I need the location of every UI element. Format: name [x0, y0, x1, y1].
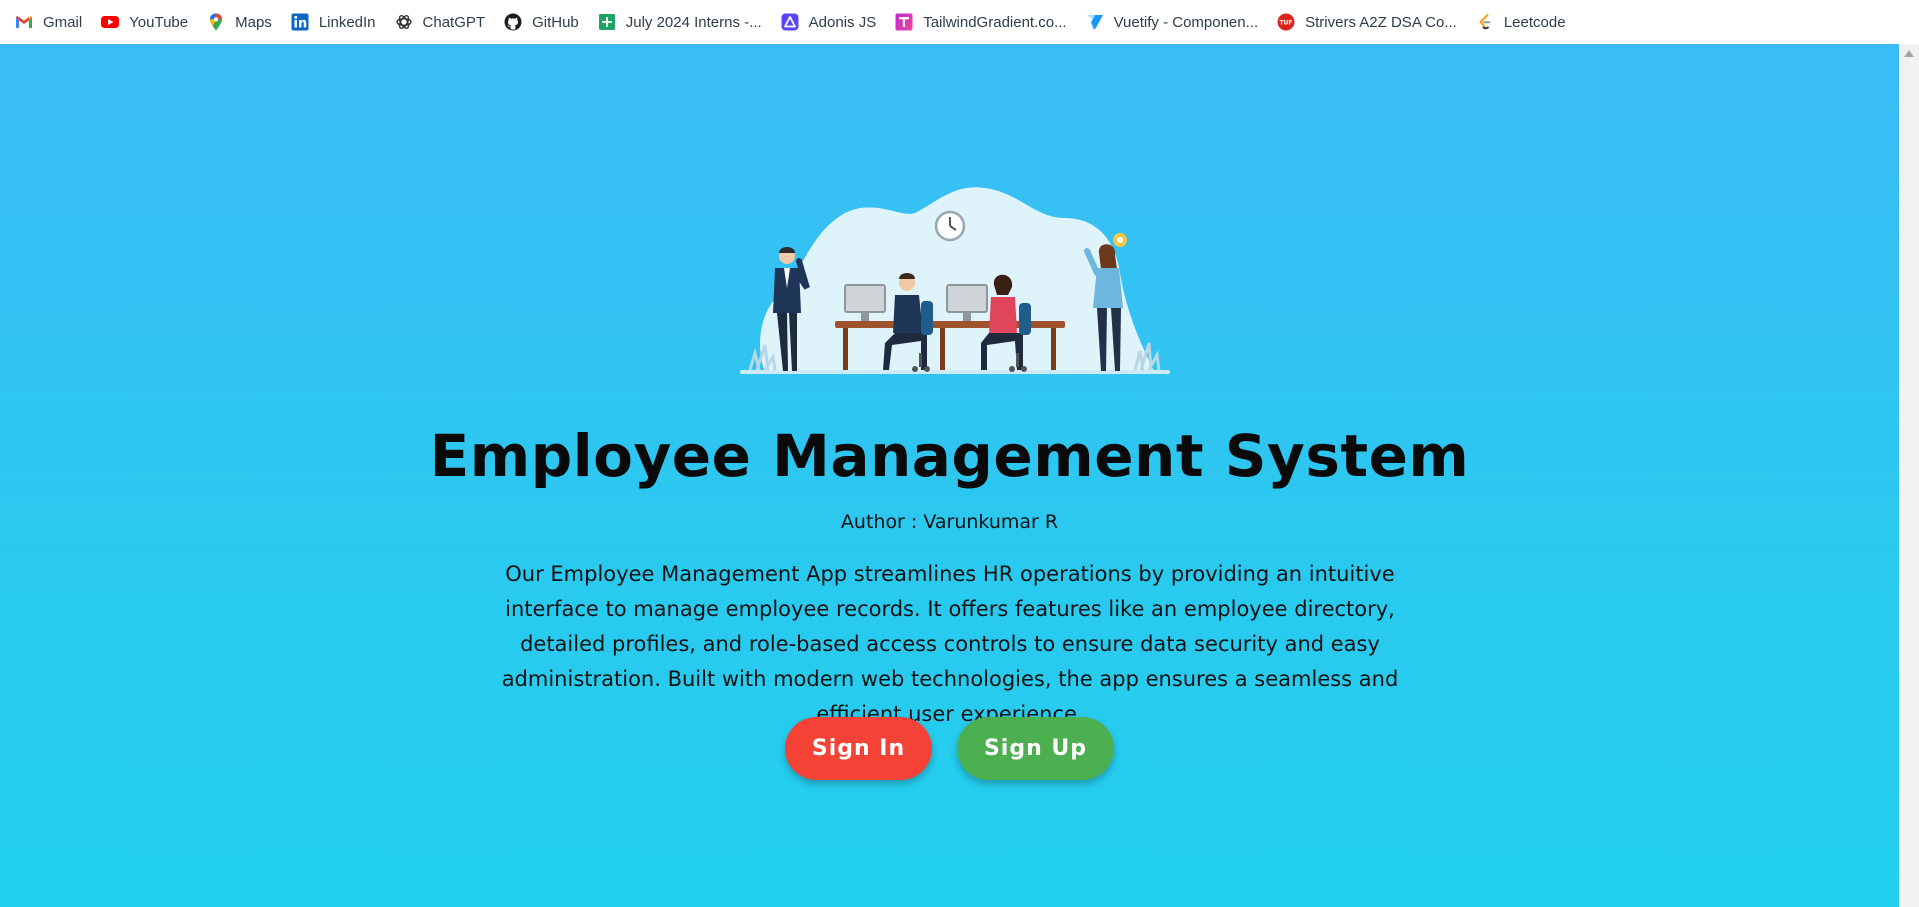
bookmark-github[interactable]: GitHub [503, 7, 588, 37]
leetcode-icon [1475, 12, 1495, 32]
bookmark-vuetify[interactable]: Vuetify - Componen... [1085, 7, 1268, 37]
gmail-icon [14, 12, 34, 32]
bookmark-youtube[interactable]: YouTube [100, 7, 197, 37]
bookmark-leetcode[interactable]: Leetcode [1475, 7, 1575, 37]
bookmarks-bar: Gmail YouTube Maps LinkedIn ChatGPT GitH… [0, 0, 1919, 44]
app-description: Our Employee Management App streamlines … [501, 562, 1399, 726]
chatgpt-icon [394, 12, 414, 32]
bookmark-label: July 2024 Interns -... [625, 13, 762, 31]
vertical-scrollbar[interactable] [1899, 44, 1919, 907]
bookmark-chatgpt[interactable]: ChatGPT [394, 7, 495, 37]
page-title: Employee Management System [429, 422, 1470, 490]
sign-up-button[interactable]: Sign Up [957, 717, 1114, 780]
bookmark-label: YouTube [129, 13, 189, 31]
bookmark-label: Maps [235, 13, 272, 31]
bookmark-strivers[interactable]: TUF Strivers A2Z DSA Co... [1276, 7, 1466, 37]
vuetify-icon [1085, 12, 1105, 32]
bookmark-adonisjs[interactable]: Adonis JS [780, 7, 886, 37]
bookmark-label: TailwindGradient.co... [923, 13, 1067, 31]
bookmark-maps[interactable]: Maps [206, 7, 281, 37]
maps-pin-icon [206, 12, 226, 32]
bookmark-tailwindgradient[interactable]: TailwindGradient.co... [894, 7, 1075, 37]
author-line: Author : Varunkumar R [840, 511, 1059, 533]
bookmark-label: Vuetify - Componen... [1113, 13, 1259, 31]
bookmark-label: Gmail [43, 13, 83, 31]
bookmark-interns-sheet[interactable]: July 2024 Interns -... [597, 7, 771, 37]
youtube-icon [100, 12, 120, 32]
scroll-up-arrow-icon[interactable] [1904, 50, 1914, 57]
bookmark-label: Leetcode [1503, 13, 1566, 31]
bookmark-label: Strivers A2Z DSA Co... [1305, 13, 1457, 31]
bookmark-gmail[interactable]: Gmail [14, 7, 91, 37]
linkedin-icon [290, 12, 310, 32]
sign-in-button[interactable]: Sign In [785, 717, 932, 780]
svg-text:TUF: TUF [1280, 20, 1293, 27]
tailwindgradient-icon [894, 12, 914, 32]
office-team-illustration [735, 173, 1175, 378]
bookmark-label: Adonis JS [808, 13, 877, 31]
google-sheets-icon [597, 12, 617, 32]
bookmark-label: ChatGPT [422, 13, 486, 31]
github-icon [503, 12, 523, 32]
adonisjs-icon [780, 12, 800, 32]
bookmark-label: GitHub [532, 13, 579, 31]
bookmark-linkedin[interactable]: LinkedIn [290, 7, 385, 37]
takeuforward-icon: TUF [1276, 12, 1296, 32]
bookmark-label: LinkedIn [318, 13, 376, 31]
